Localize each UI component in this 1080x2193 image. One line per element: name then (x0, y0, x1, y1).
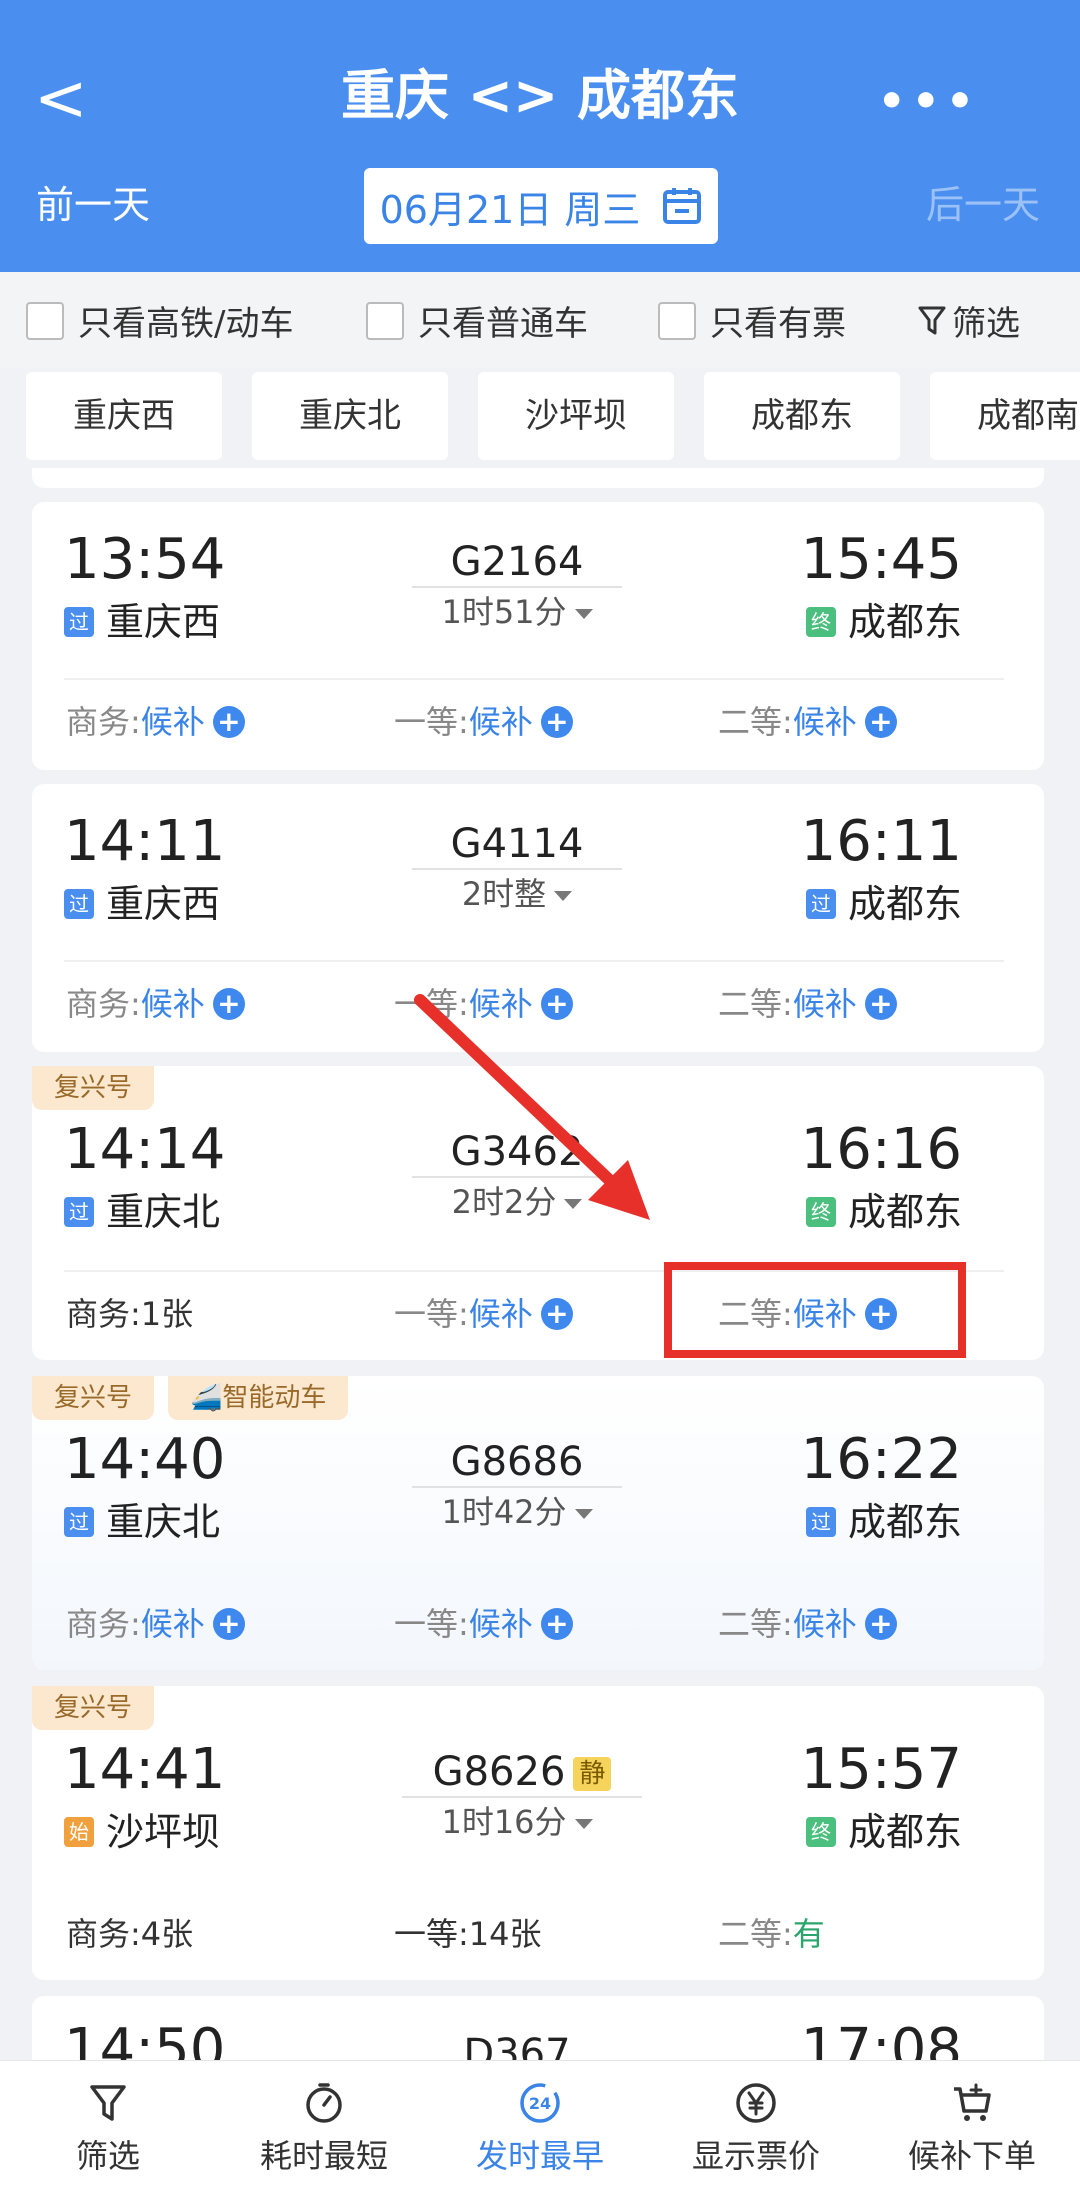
tab-show-price[interactable]: 显示票价 (648, 2061, 864, 2193)
tab-filter[interactable]: 筛选 (0, 2061, 216, 2193)
annotation-arrow (414, 994, 650, 1220)
tab-waitlist-order[interactable]: 候补下单 (864, 2061, 1080, 2193)
funnel-icon (90, 2085, 126, 2121)
tab-shortest[interactable]: 耗时最短 (216, 2061, 432, 2193)
bottom-tab-bar: 筛选 耗时最短 24 发时最早 显示票价 候补下单 (0, 2060, 1080, 2193)
annotation-highlight-box (664, 1262, 966, 1358)
cart-icon (954, 2083, 991, 2121)
timer-icon (306, 2083, 342, 2123)
tab-earliest[interactable]: 24 发时最早 (432, 2061, 648, 2193)
clock-24-icon: 24 (520, 2083, 560, 2123)
svg-text:24: 24 (529, 2094, 551, 2113)
yen-icon (736, 2083, 776, 2123)
